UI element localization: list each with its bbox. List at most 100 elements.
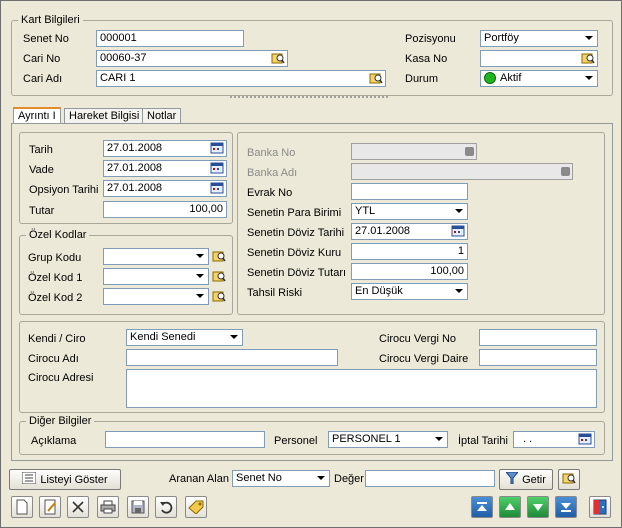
tag-button[interactable]	[185, 496, 207, 518]
para-birimi-select[interactable]: YTL	[351, 203, 468, 220]
new-document-icon	[16, 499, 28, 515]
listeyi-goster-button[interactable]: Listeyi Göster	[9, 469, 121, 490]
tarih-value: 27.01.2008	[107, 142, 163, 154]
ozel-kodlar-title: Özel Kodlar	[26, 229, 90, 241]
save-icon	[131, 500, 145, 514]
ozel-kod1-label: Özel Kod 1	[28, 272, 83, 284]
calendar-icon[interactable]	[209, 141, 225, 155]
ozel-kod2-select[interactable]	[103, 288, 209, 305]
chevron-down-icon[interactable]	[582, 32, 596, 44]
ozel-kod1-select[interactable]	[103, 268, 209, 285]
edit-button[interactable]	[39, 496, 61, 518]
ozel-kod2-label: Özel Kod 2	[28, 292, 83, 304]
lookup-icon	[561, 167, 570, 176]
chevron-down-icon[interactable]	[582, 72, 596, 84]
previous-record-button[interactable]	[499, 496, 521, 518]
splitter-grip[interactable]	[229, 95, 389, 99]
vade-value: 27.01.2008	[107, 162, 163, 174]
aranan-alan-select[interactable]: Senet No	[232, 470, 330, 487]
vergi-daire-input[interactable]	[479, 349, 597, 366]
lookup-icon	[465, 147, 474, 156]
chevron-down-icon[interactable]	[227, 331, 241, 343]
next-icon	[533, 504, 543, 511]
exit-button[interactable]	[589, 496, 611, 518]
lookup-icon[interactable]	[368, 71, 384, 85]
lookup-icon[interactable]	[211, 249, 227, 263]
doviz-tarihi-input[interactable]: 27.01.2008	[351, 223, 468, 240]
cari-no-input[interactable]: 00060-37	[96, 50, 288, 67]
next-record-button[interactable]	[527, 496, 549, 518]
chevron-down-icon[interactable]	[193, 270, 207, 282]
cirocu-adresi-input[interactable]	[126, 369, 597, 408]
opsiyon-tarihi-label: Opsiyon Tarihi	[29, 184, 99, 196]
getir-button[interactable]: Getir	[499, 469, 553, 490]
lookup-icon[interactable]	[270, 51, 286, 65]
getir-label: Getir	[522, 473, 546, 486]
aciklama-input[interactable]	[105, 431, 265, 448]
tarih-input[interactable]: 27.01.2008	[103, 140, 227, 157]
personel-select[interactable]: PERSONEL 1	[328, 431, 448, 448]
listeyi-goster-label: Listeyi Göster	[40, 473, 108, 486]
tarih-label: Tarih	[29, 144, 53, 156]
exit-door-icon	[593, 499, 607, 515]
search-button[interactable]	[558, 469, 580, 490]
calendar-icon[interactable]	[209, 181, 225, 195]
new-button[interactable]	[11, 496, 33, 518]
banka-adi-label: Banka Adı	[247, 167, 298, 179]
cari-no-value: 00060-37	[100, 52, 147, 64]
last-record-button[interactable]	[555, 496, 577, 518]
last-icon	[561, 503, 571, 512]
vade-label: Vade	[29, 164, 54, 176]
lookup-icon[interactable]	[580, 51, 596, 65]
main-window: Kart Bilgileri Senet No 000001 Cari No 0…	[0, 0, 622, 528]
calendar-icon[interactable]	[209, 161, 225, 175]
tahsil-riski-select[interactable]: En Düşük	[351, 283, 468, 300]
calendar-icon[interactable]	[450, 224, 466, 238]
doviz-tutari-label: Senetin Döviz Tutarı	[247, 267, 347, 279]
banka-adi-input	[351, 163, 573, 180]
vergi-daire-label: Cirocu Vergi Daire	[379, 353, 469, 365]
chevron-down-icon[interactable]	[314, 472, 328, 484]
previous-icon	[505, 503, 515, 510]
kasa-no-input[interactable]	[480, 50, 598, 67]
tutar-input[interactable]: 100,00	[103, 201, 227, 218]
kendi-ciro-label: Kendi / Ciro	[28, 333, 86, 345]
list-icon	[21, 471, 37, 487]
pozisyonu-select[interactable]: Portföy	[480, 30, 598, 47]
undo-button[interactable]	[155, 496, 177, 518]
kendi-ciro-select[interactable]: Kendi Senedi	[126, 329, 243, 346]
senet-no-label: Senet No	[23, 33, 69, 45]
evrak-no-input[interactable]	[351, 183, 468, 200]
delete-button[interactable]	[67, 496, 89, 518]
doviz-kuru-input[interactable]: 1	[351, 243, 468, 260]
doviz-tarihi-label: Senetin Döviz Tarihi	[247, 227, 345, 239]
iptal-tarihi-input[interactable]: . .	[513, 431, 595, 448]
opsiyon-tarihi-input[interactable]: 27.01.2008	[103, 180, 227, 197]
chevron-down-icon[interactable]	[452, 205, 466, 217]
cari-adi-input[interactable]: CARI 1	[96, 70, 386, 87]
first-record-button[interactable]	[471, 496, 493, 518]
lookup-icon[interactable]	[211, 269, 227, 283]
print-button[interactable]	[97, 496, 119, 518]
para-birimi-value: YTL	[355, 205, 376, 217]
chevron-down-icon[interactable]	[432, 433, 446, 445]
kendi-ciro-value: Kendi Senedi	[130, 331, 196, 343]
durum-select[interactable]: Aktif	[480, 70, 598, 87]
tab-hareket-bilgisi[interactable]: Hareket Bilgisi	[64, 108, 145, 123]
tab-ayrinti[interactable]: Ayrıntı I	[13, 107, 61, 124]
senet-no-input[interactable]: 000001	[96, 30, 244, 47]
tahsil-riski-value: En Düşük	[355, 285, 403, 297]
chevron-down-icon[interactable]	[193, 250, 207, 262]
save-button[interactable]	[127, 496, 149, 518]
lookup-icon[interactable]	[211, 289, 227, 303]
calendar-icon[interactable]	[577, 432, 593, 446]
chevron-down-icon[interactable]	[452, 285, 466, 297]
doviz-tutari-input[interactable]: 100,00	[351, 263, 468, 280]
tab-notlar[interactable]: Notlar	[142, 108, 182, 123]
chevron-down-icon[interactable]	[193, 290, 207, 302]
grup-kodu-select[interactable]	[103, 248, 209, 265]
vade-input[interactable]: 27.01.2008	[103, 160, 227, 177]
deger-input[interactable]	[365, 470, 495, 487]
vergi-no-input[interactable]	[479, 329, 597, 346]
cirocu-adi-input[interactable]	[126, 349, 338, 366]
